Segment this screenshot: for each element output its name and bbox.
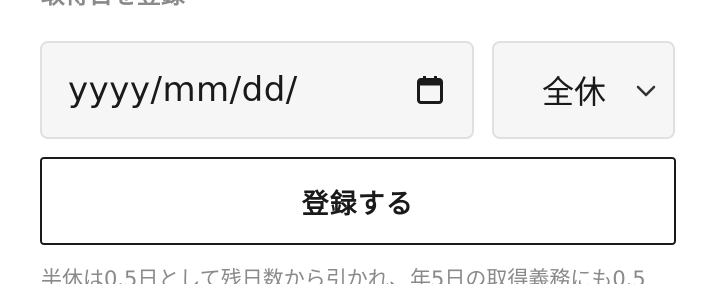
- leave-registration-form: 取得日を登録 yyyy/mm/dd/ 全休 登録する 半休は0.5日として残日数…: [0, 0, 716, 284]
- calendar-icon[interactable]: [416, 75, 444, 105]
- section-heading: 取得日を登録: [41, 0, 185, 10]
- chevron-down-icon: [635, 83, 657, 97]
- date-input[interactable]: yyyy/mm/dd/: [40, 41, 474, 139]
- leave-type-value: 全休: [542, 73, 607, 111]
- date-input-value: yyyy/mm/dd/: [68, 70, 298, 110]
- leave-type-select[interactable]: 全休: [492, 41, 675, 139]
- register-button[interactable]: 登録する: [40, 157, 676, 245]
- help-text: 半休は0.5日として残日数から引かれ、年5日の取得義務にも0.5: [41, 267, 646, 284]
